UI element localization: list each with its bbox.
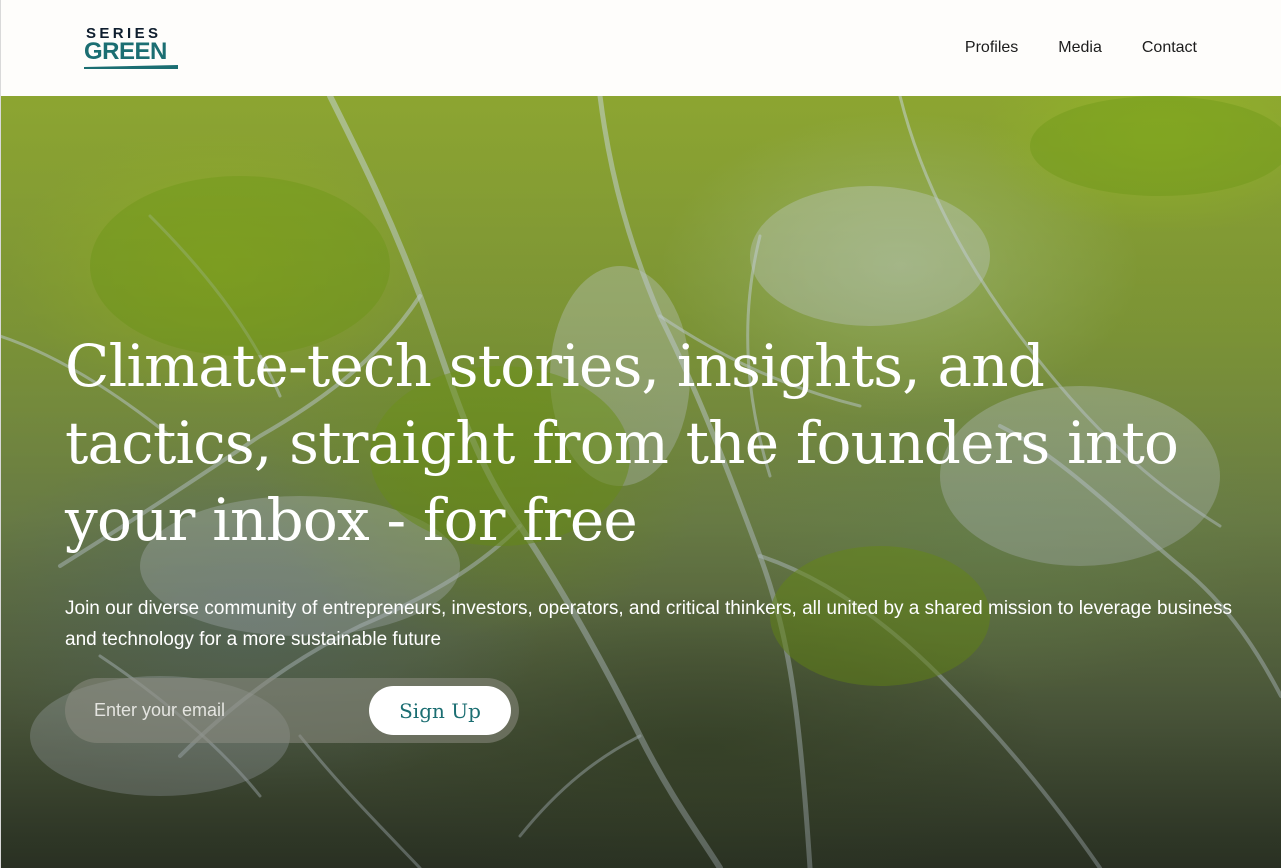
nav-link-contact[interactable]: Contact xyxy=(1142,37,1197,59)
main-nav: Profiles Media Contact xyxy=(965,37,1197,59)
site-header: SERIES GREEN Profiles Media Contact xyxy=(0,0,1281,96)
hero-section: Climate-tech stories, insights, and tact… xyxy=(0,96,1281,868)
hero-headline: Climate-tech stories, insights, and tact… xyxy=(65,332,1179,554)
series-green-logo[interactable]: SERIES GREEN xyxy=(84,26,178,70)
page-border xyxy=(0,0,1,868)
nav-link-profiles[interactable]: Profiles xyxy=(965,37,1018,59)
hero-subtext: Join our diverse community of entreprene… xyxy=(65,598,1232,650)
email-input[interactable] xyxy=(65,678,365,743)
nav-link-media[interactable]: Media xyxy=(1058,37,1102,59)
newsletter-signup-form: Sign Up xyxy=(65,678,519,743)
sign-up-button[interactable]: Sign Up xyxy=(369,686,511,735)
logo-swoosh-icon xyxy=(84,65,178,69)
